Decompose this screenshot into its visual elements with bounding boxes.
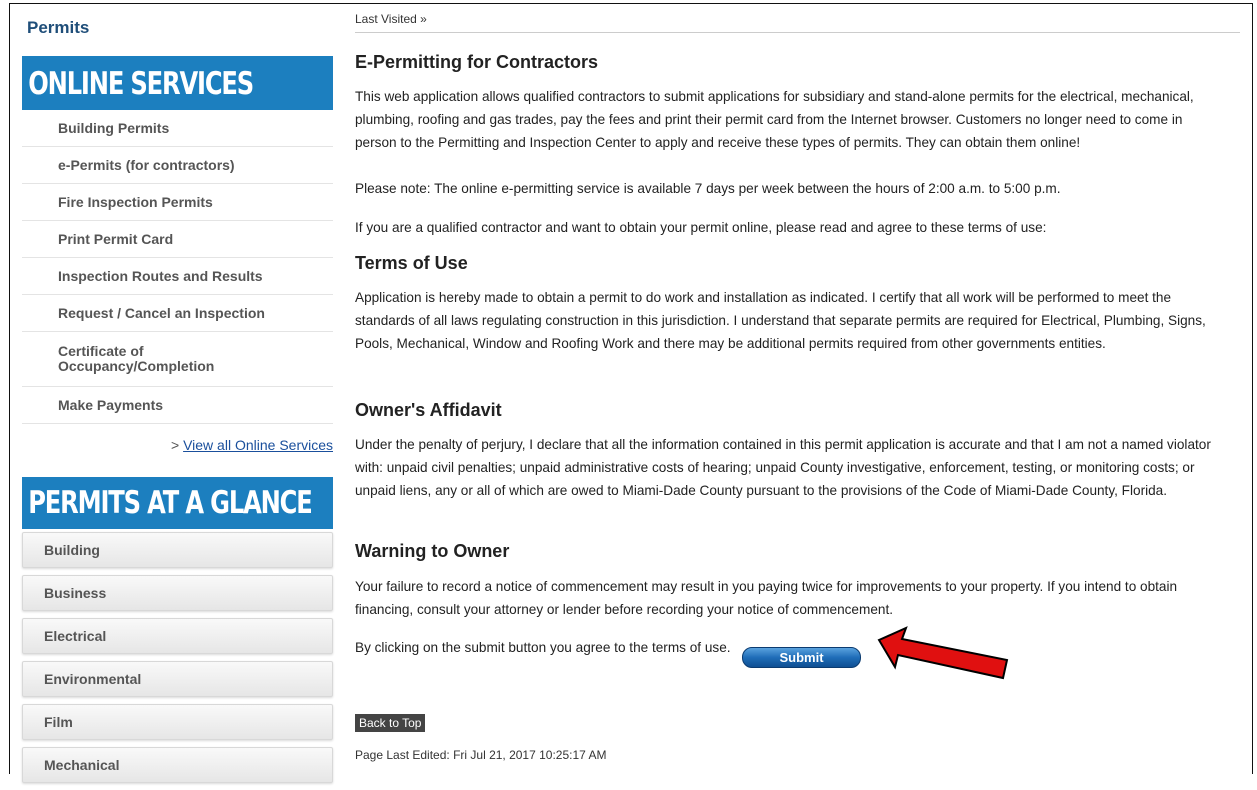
last-edited: Page Last Edited: Fri Jul 21, 2017 10:25… (355, 748, 607, 762)
warning-text: Your failure to record a notice of comme… (355, 579, 1178, 617)
affidavit-text: Under the penalty of perjury, I declare … (355, 437, 1211, 498)
affidavit-heading: Owner's Affidavit (355, 400, 502, 420)
agree-prompt: If you are a qualified contractor and wa… (355, 220, 1047, 235)
sidebar-item-certificate-of-occupancy[interactable]: Certificate of Occupancy/Completion (22, 332, 333, 387)
terms-text: Application is hereby made to obtain a p… (355, 290, 1206, 351)
sidebar-item-inspection-routes[interactable]: Inspection Routes and Results (22, 258, 333, 295)
permits-at-a-glance-heading: PERMITS AT A GLANCE (22, 477, 333, 529)
terms-heading: Terms of Use (355, 253, 468, 273)
main-content: Last Visited » (355, 12, 1240, 33)
warning-heading: Warning to Owner (355, 541, 510, 561)
online-services-heading: ONLINE SERVICES (22, 56, 333, 110)
view-all-services: > View all Online Services (171, 437, 333, 453)
glance-item-building[interactable]: Building (22, 532, 333, 568)
sidebar-item-building-permits[interactable]: Building Permits (22, 110, 333, 147)
view-all-services-link[interactable]: View all Online Services (183, 437, 333, 453)
submit-button[interactable]: Submit (742, 647, 861, 668)
sidebar-item-fire-inspection-permits[interactable]: Fire Inspection Permits (22, 184, 333, 221)
sidebar-item-make-payments[interactable]: Make Payments (22, 387, 333, 424)
glance-item-electrical[interactable]: Electrical (22, 618, 333, 654)
intro-text: This web application allows qualified co… (355, 89, 1194, 150)
glance-list: Building Business Electrical Environment… (22, 532, 333, 790)
sidebar-title: Permits (27, 18, 90, 37)
page-title: E-Permitting for Contractors (355, 52, 599, 72)
sidebar-item-request-cancel-inspection[interactable]: Request / Cancel an Inspection (22, 295, 333, 332)
glance-item-business[interactable]: Business (22, 575, 333, 611)
back-to-top-button[interactable]: Back to Top (355, 714, 426, 732)
red-arrow-annotation (877, 626, 1009, 680)
online-services-list: Building Permits e-Permits (for contract… (22, 110, 333, 424)
hours-note: Please note: The online e-permitting ser… (355, 181, 1061, 196)
glance-item-mechanical[interactable]: Mechanical (22, 747, 333, 783)
breadcrumb: Last Visited » (355, 12, 1240, 33)
sidebar-item-e-permits[interactable]: e-Permits (for contractors) (22, 147, 333, 184)
sidebar-item-print-permit-card[interactable]: Print Permit Card (22, 221, 333, 258)
glance-item-environmental[interactable]: Environmental (22, 661, 333, 697)
glance-item-film[interactable]: Film (22, 704, 333, 740)
